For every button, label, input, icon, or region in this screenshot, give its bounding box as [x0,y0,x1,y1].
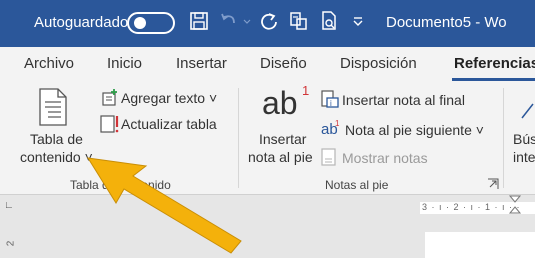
add-text-icon[interactable] [101,88,119,106]
research-label-line2[interactable]: inte [513,149,535,166]
table-of-contents-icon[interactable] [38,88,68,126]
update-table-label[interactable]: Actualizar tabla [121,116,217,133]
insert-footnote-line1[interactable]: Insertar [259,131,306,148]
undo-icon[interactable] [220,11,238,31]
toggle-knob [134,17,146,29]
tab-diseno[interactable]: Diseño [260,55,307,73]
svg-text:1: 1 [335,119,340,128]
show-notes-icon [321,148,336,166]
search-icon[interactable] [520,100,535,120]
research-label-line1[interactable]: Bús [513,131,535,148]
document-title: Documento5 - Wo [386,14,507,31]
tab-archivo[interactable]: Archivo [24,55,74,73]
tab-referencias[interactable]: Referencias [454,55,535,73]
ruler-marks: 3 · ı · 2 · ı · 1 · ı · · [422,202,521,212]
ab-glyph: ab [262,85,298,121]
group-separator [238,88,239,188]
redo-icon[interactable] [259,11,279,31]
autosave-label: Autoguardado [34,14,129,31]
ribbon-tabs: Archivo Inicio Insertar Diseño Disposici… [0,47,535,81]
group-separator [503,88,504,188]
vertical-ruler-number: 2 [5,240,17,247]
footnotes-group-label: Notas al pie [325,178,389,192]
tab-inicio[interactable]: Inicio [107,55,142,73]
show-notes-label: Mostrar notas [342,150,428,166]
add-text-label[interactable]: Agregar texto ˅ [121,90,217,107]
next-footnote-icon[interactable]: ab 1 [320,119,342,137]
tab-selector-icon[interactable]: ∟ [4,200,14,211]
tab-insertar[interactable]: Insertar [176,55,227,73]
next-footnote-label[interactable]: Nota al pie siguiente ˅ [345,122,484,139]
toc-label-line2[interactable]: contenido ˅ [20,149,93,166]
tab-disposicion[interactable]: Disposición [340,55,417,73]
update-table-icon[interactable] [99,114,121,134]
indent-marker-icon[interactable] [508,195,522,217]
toc-group-label: Tabla de contenido [70,178,171,192]
dialog-launcher-icon[interactable] [487,178,499,190]
insert-footnote-line2[interactable]: nota al pie [248,149,313,166]
touch-mode-icon[interactable] [288,11,308,31]
title-bar: Autoguardado Documento5 - Wo [0,0,535,47]
insert-footnote-icon[interactable]: ab 1 [262,84,309,121]
autosave-toggle[interactable] [127,12,175,34]
undo-dropdown-icon[interactable] [243,18,251,26]
print-preview-icon[interactable] [320,11,338,31]
vertical-ruler [0,218,30,258]
svg-text:i: i [330,99,332,108]
customize-qat-icon[interactable] [352,16,364,28]
ab-superscript: 1 [302,83,310,98]
insert-endnote-label[interactable]: Insertar nota al final [342,92,465,109]
toc-label-line1[interactable]: Tabla de [30,131,83,148]
insert-endnote-icon[interactable]: i [320,90,340,108]
save-icon[interactable] [190,11,208,31]
document-page[interactable] [425,232,535,258]
